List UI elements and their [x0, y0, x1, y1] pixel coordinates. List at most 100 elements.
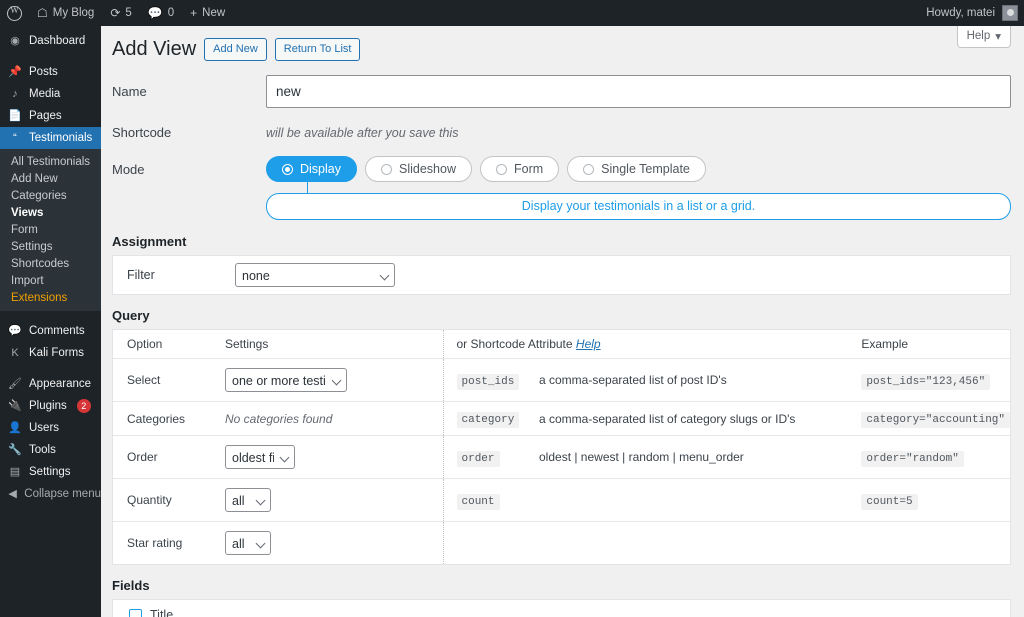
sidebar-item-label: Comments	[29, 325, 85, 337]
example-code: count=5	[861, 493, 918, 510]
filter-select-wrapper: none	[235, 263, 395, 287]
row-option: Star rating	[127, 536, 183, 550]
sidebar-item-media[interactable]: ♪ Media	[0, 83, 101, 105]
select-wrapper: one or more testimonials	[225, 368, 347, 392]
name-row: Name	[101, 75, 1024, 108]
sidebar-item-appearance[interactable]: 🖌 Appearance	[0, 373, 101, 395]
sidebar-item-label: Kali Forms	[29, 347, 84, 359]
row-description	[539, 478, 862, 522]
fields-title: Fields	[112, 578, 150, 593]
plus-icon: +	[190, 6, 198, 20]
submenu-item-all-testimonials[interactable]: All Testimonials	[0, 153, 101, 170]
sidebar-item-label: Tools	[29, 444, 56, 456]
submenu-item-categories[interactable]: Categories	[0, 187, 101, 204]
submenu-item-extensions[interactable]: Extensions	[0, 289, 101, 306]
select-wrapper: all	[225, 488, 271, 512]
account-menu[interactable]: Howdy, matei	[926, 5, 1024, 21]
header-attribute: or Shortcode Attribute Help	[442, 330, 862, 359]
mode-radio-group: Display Slideshow Form Single Template	[266, 156, 706, 182]
filter-row: Filter none	[113, 256, 1010, 294]
order-select[interactable]: oldest first	[225, 445, 295, 469]
sidebar-item-label: Media	[29, 88, 61, 100]
mode-option-slideshow[interactable]: Slideshow	[365, 156, 472, 182]
comment-bubble-icon: 💬	[147, 6, 163, 20]
row-settings: one or more testimonials	[225, 358, 443, 402]
add-new-button[interactable]: Add New	[204, 38, 267, 61]
submenu-item-import[interactable]: Import	[0, 272, 101, 289]
sidebar-item-label: Dashboard	[29, 35, 86, 47]
updates-count: 5	[125, 7, 132, 19]
sidebar-item-tools[interactable]: 🔧 Tools	[0, 439, 101, 461]
page-header: Add View Add New Return To List	[101, 26, 1024, 61]
plugins-icon: 🔌	[8, 399, 22, 412]
sidebar-item-kali-forms[interactable]: K Kali Forms	[0, 342, 101, 364]
mode-option-single-template[interactable]: Single Template	[567, 156, 706, 182]
help-tab-button[interactable]: Help ▾	[956, 26, 1011, 48]
chevron-down-icon: ▾	[995, 31, 1001, 43]
select-testimonials-select[interactable]: one or more testimonials	[225, 368, 347, 392]
home-icon: ☖	[37, 6, 48, 20]
sidebar-item-testimonials[interactable]: “ Testimonials	[0, 127, 101, 149]
user-icon: 👤	[8, 421, 22, 434]
filter-label: Filter	[127, 268, 155, 282]
row-settings: all	[225, 478, 443, 522]
updates-menu[interactable]: ⟳ 5	[102, 0, 139, 26]
quote-icon: “	[13, 131, 17, 144]
sidebar-item-pages[interactable]: 📄 Pages	[0, 105, 101, 127]
radio-icon	[583, 163, 595, 175]
site-name-menu[interactable]: ☖ My Blog	[29, 0, 102, 26]
sidebar-item-dashboard[interactable]: ◉ Dashboard	[0, 30, 101, 52]
star-rating-select[interactable]: all	[225, 531, 271, 555]
sidebar-item-label: Collapse menu	[24, 488, 101, 500]
name-label: Name	[112, 84, 147, 99]
wordpress-logo-icon	[7, 5, 22, 21]
sidebar-item-users[interactable]: 👤 Users	[0, 417, 101, 439]
site-name-label: My Blog	[52, 7, 95, 19]
table-row: Quantity all count count=5	[113, 478, 1010, 522]
title-checkbox[interactable]	[129, 608, 142, 617]
new-content-menu[interactable]: + New	[182, 0, 233, 26]
row-description	[539, 522, 861, 565]
table-row: Categories No categories found category …	[113, 401, 1010, 436]
sidebar-collapse-menu[interactable]: ◀ Collapse menu	[0, 483, 101, 505]
example-code: category="accounting"	[861, 412, 1010, 428]
field-row-title[interactable]: Title	[113, 600, 1010, 617]
filter-select[interactable]: none	[235, 263, 395, 287]
row-settings: all	[225, 522, 443, 565]
submenu-item-shortcodes[interactable]: Shortcodes	[0, 255, 101, 272]
main-content: Help ▾ Add View Add New Return To List N…	[101, 26, 1024, 617]
row-example: order="random"	[861, 435, 1010, 479]
sidebar-item-comments[interactable]: 💬 Comments	[0, 320, 101, 342]
sidebar-item-label: Plugins	[29, 400, 67, 412]
mode-option-form[interactable]: Form	[479, 156, 560, 182]
row-option: Quantity	[113, 478, 225, 522]
example-code: post_ids="123,456"	[861, 373, 991, 390]
media-icon: ♪	[12, 87, 18, 100]
sidebar-item-settings[interactable]: ▤ Settings	[0, 461, 101, 483]
row-description: a comma-separated list of post ID's	[539, 358, 862, 402]
row-attribute: post_ids	[442, 358, 539, 402]
admin-sidebar: ◉ Dashboard 📌 Posts ♪ Media 📄 Pages “ Te…	[0, 26, 101, 617]
comment-bubble-icon: 💬	[8, 324, 22, 337]
wordpress-logo-menu[interactable]	[0, 0, 29, 26]
mode-option-label: Form	[513, 162, 544, 176]
sidebar-item-plugins[interactable]: 🔌 Plugins 2	[0, 395, 101, 417]
submenu-item-add-new[interactable]: Add New	[0, 170, 101, 187]
row-settings: No categories found	[225, 401, 443, 436]
sidebar-item-posts[interactable]: 📌 Posts	[0, 61, 101, 83]
radio-icon	[381, 163, 392, 175]
sidebar-item-label: Pages	[29, 110, 62, 122]
help-link[interactable]: Help	[576, 337, 601, 351]
row-description: oldest | newest | random | menu_order	[539, 435, 862, 479]
name-input[interactable]	[266, 75, 1011, 108]
submenu-item-views[interactable]: Views	[0, 204, 101, 221]
collapse-arrow-icon: ◀	[8, 487, 17, 500]
submenu-item-form[interactable]: Form	[0, 221, 101, 238]
mode-option-display[interactable]: Display	[266, 156, 357, 182]
return-to-list-button[interactable]: Return To List	[274, 38, 361, 61]
query-title: Query	[112, 308, 150, 323]
table-row: Order oldest first order oldest | newest	[113, 435, 1010, 479]
comments-menu[interactable]: 💬 0	[140, 0, 182, 26]
submenu-item-settings[interactable]: Settings	[0, 238, 101, 255]
quantity-select[interactable]: all	[225, 488, 271, 512]
